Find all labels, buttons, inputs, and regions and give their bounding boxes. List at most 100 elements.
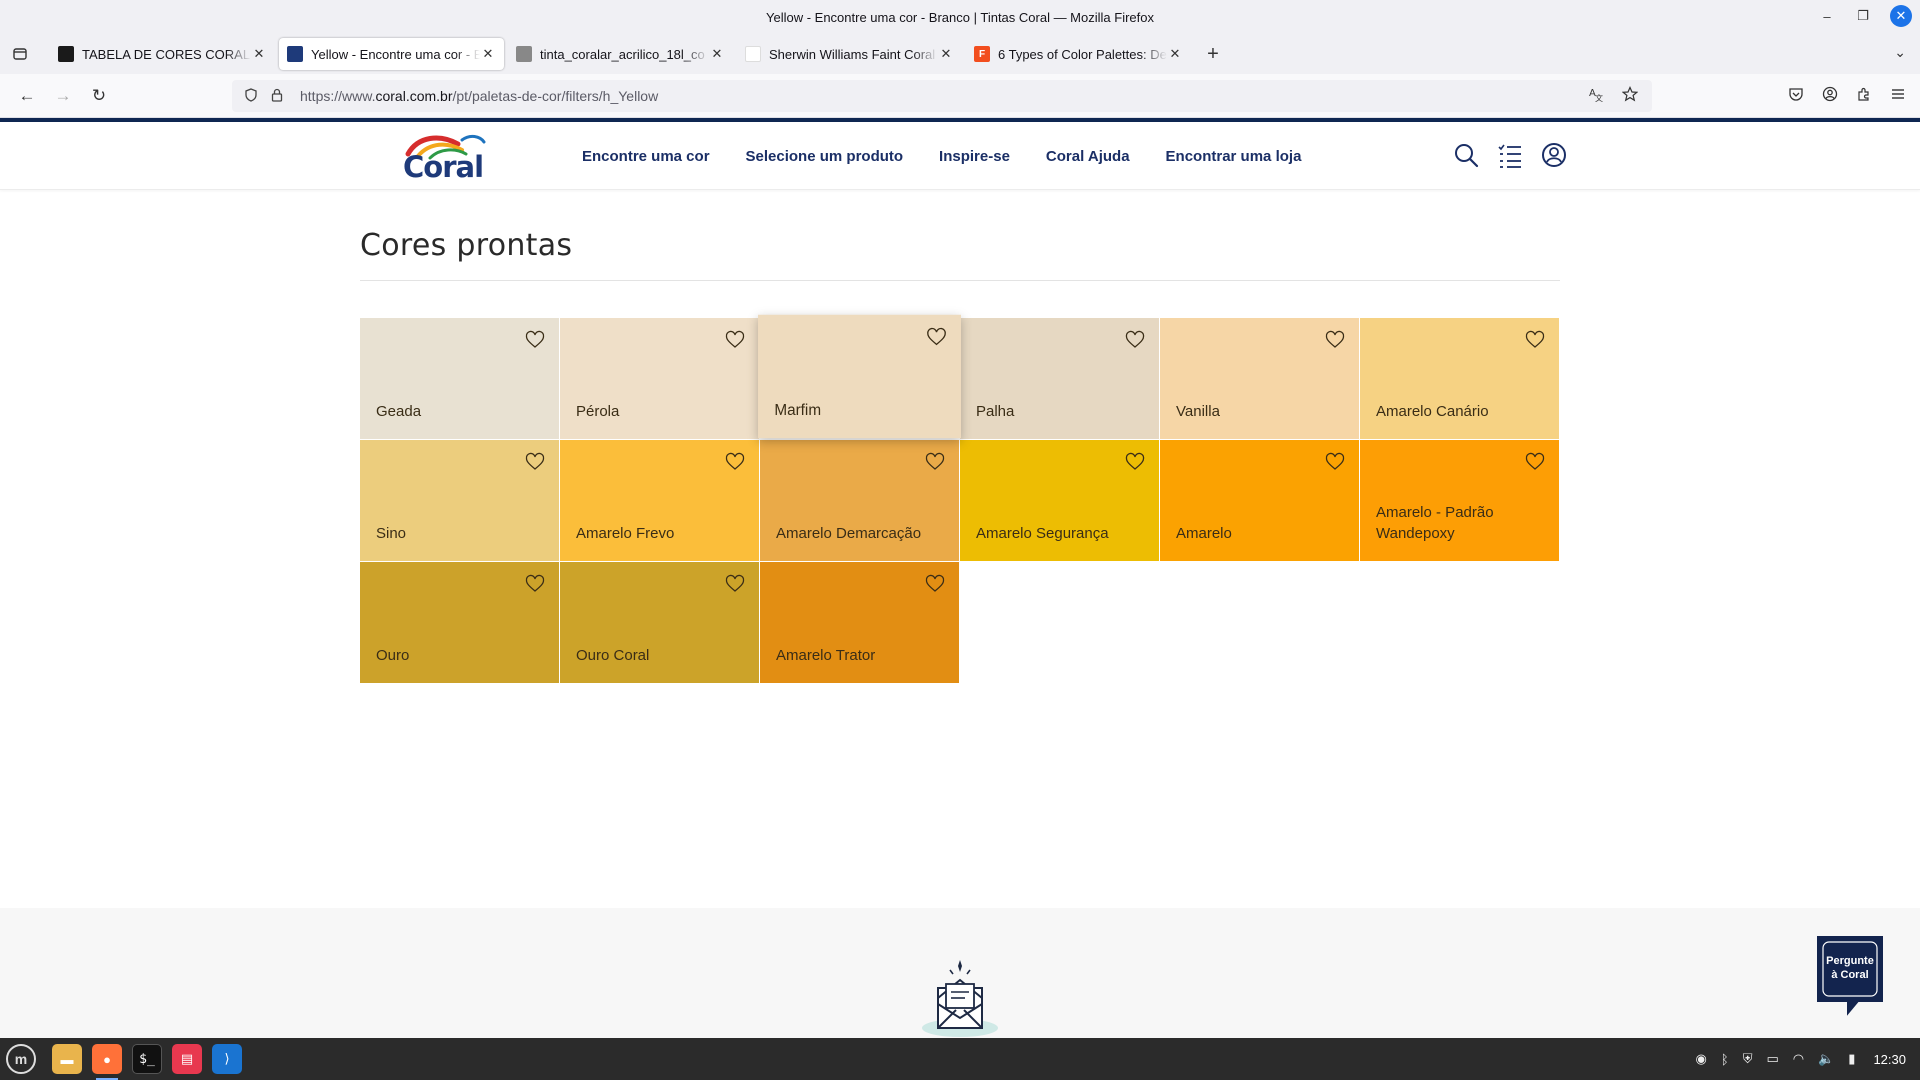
- newsletter-envelope-icon: [918, 958, 1002, 1038]
- tab-close-button[interactable]: ✕: [709, 46, 725, 62]
- extensions-icon[interactable]: [1856, 86, 1872, 106]
- color-swatch-name: Amarelo - Padrão Wandepoxy: [1376, 504, 1494, 542]
- tab-label: Sherwin Williams Faint Coral: [769, 46, 936, 62]
- color-swatch[interactable]: Amarelo Segurança: [960, 440, 1159, 561]
- tab-close-button[interactable]: ✕: [480, 46, 496, 62]
- bluetooth-icon[interactable]: ᛒ: [1721, 1052, 1729, 1067]
- browser-tab[interactable]: Yellow - Encontre uma cor - B ✕: [279, 38, 504, 70]
- site-nav-link[interactable]: Inspire-se: [939, 148, 1010, 165]
- url-text[interactable]: https://www.coral.com.br/pt/paletas-de-c…: [300, 88, 658, 104]
- shield-tray-icon[interactable]: ⛨: [1743, 1051, 1753, 1067]
- mint-menu-button[interactable]: m: [6, 1044, 36, 1074]
- color-swatch[interactable]: Amarelo Frevo: [560, 440, 759, 561]
- favorite-heart-icon[interactable]: [725, 452, 745, 472]
- menu-hamburger-icon[interactable]: [1890, 86, 1906, 106]
- lock-icon[interactable]: [270, 88, 284, 105]
- favorite-heart-icon[interactable]: [1325, 452, 1345, 472]
- firefox-icon: ●: [103, 1051, 111, 1067]
- files-app-button[interactable]: ▬: [52, 1044, 82, 1074]
- wifi-icon[interactable]: ◠: [1793, 1051, 1804, 1067]
- tracking-protection-shield-icon[interactable]: [244, 87, 258, 105]
- color-swatch[interactable]: Amarelo Trator: [760, 562, 959, 683]
- coral-logo[interactable]: Coral: [400, 132, 500, 184]
- favorite-heart-icon[interactable]: [1525, 452, 1545, 472]
- tab-label: tinta_coralar_acrilico_18l_co: [540, 46, 705, 62]
- reload-button[interactable]: ↻: [82, 81, 116, 111]
- maximize-button[interactable]: ❐: [1854, 8, 1872, 24]
- app-icon: ▤: [180, 1051, 194, 1066]
- translate-icon[interactable]: A文: [1588, 86, 1604, 106]
- checklist-icon[interactable]: [1497, 142, 1523, 168]
- color-swatch[interactable]: Sino: [360, 440, 559, 561]
- tab-close-button[interactable]: ✕: [251, 46, 267, 62]
- vscode-app-button[interactable]: ⟩: [212, 1044, 242, 1074]
- color-swatch[interactable]: Palha: [960, 318, 1159, 439]
- minimize-button[interactable]: –: [1818, 9, 1836, 24]
- color-swatch[interactable]: Amarelo: [1160, 440, 1359, 561]
- search-icon[interactable]: [1453, 142, 1479, 168]
- tab-close-button[interactable]: ✕: [938, 46, 954, 62]
- color-swatch[interactable]: Vanilla: [1160, 318, 1359, 439]
- color-swatch[interactable]: Amarelo - Padrão Wandepoxy: [1360, 440, 1559, 561]
- list-all-tabs-button[interactable]: ⌄: [1894, 44, 1906, 61]
- logo-wordmark: Coral: [403, 150, 484, 184]
- urlbar-actions: A文: [1588, 86, 1639, 106]
- favorite-heart-icon[interactable]: [925, 574, 945, 594]
- browser-tab[interactable]: Sherwin Williams Faint Coral ✕: [737, 38, 962, 70]
- user-account-icon[interactable]: [1541, 142, 1567, 168]
- favorite-heart-icon[interactable]: [725, 330, 745, 350]
- site-nav-link[interactable]: Encontre uma cor: [582, 148, 710, 165]
- color-swatch-name: Amarelo: [1176, 525, 1232, 542]
- color-swatch[interactable]: Amarelo Canário: [1360, 318, 1559, 439]
- terminal-app-button[interactable]: $_: [132, 1044, 162, 1074]
- browser-tab[interactable]: F 6 Types of Color Palettes: De ✕: [966, 38, 1191, 70]
- bookmark-star-icon[interactable]: [1621, 86, 1639, 106]
- favorite-heart-icon[interactable]: [1125, 452, 1145, 472]
- pergunte-line1: Pergunte: [1826, 955, 1874, 967]
- favorite-heart-icon[interactable]: [525, 574, 545, 594]
- close-window-button[interactable]: ✕: [1890, 5, 1912, 27]
- color-swatch-grid: Geada Pérola Marfim Palha Vanilla Amarelo Can…: [360, 314, 1560, 683]
- firefox-view-button[interactable]: [8, 42, 32, 66]
- forward-button[interactable]: →: [46, 81, 80, 111]
- account-icon[interactable]: [1822, 86, 1838, 106]
- favorite-heart-icon[interactable]: [926, 327, 946, 347]
- favorite-heart-icon[interactable]: [1525, 330, 1545, 350]
- color-swatch[interactable]: Ouro: [360, 562, 559, 683]
- color-swatch-name: Amarelo Canário: [1376, 403, 1489, 420]
- discord-icon[interactable]: ◉: [1696, 1051, 1707, 1067]
- favorite-heart-icon[interactable]: [925, 452, 945, 472]
- pocket-icon[interactable]: [1788, 86, 1804, 106]
- site-nav-link[interactable]: Encontrar uma loja: [1166, 148, 1302, 165]
- favorite-heart-icon[interactable]: [525, 330, 545, 350]
- browser-tab[interactable]: tinta_coralar_acrilico_18l_co ✕: [508, 38, 733, 70]
- tab-favicon-icon: [516, 46, 532, 62]
- vpn-icon[interactable]: ▭: [1766, 1051, 1778, 1067]
- power-icon[interactable]: ▮: [1848, 1051, 1855, 1067]
- favorite-heart-icon[interactable]: [1325, 330, 1345, 350]
- pergunte-a-coral-chat-button[interactable]: Pergunte à Coral: [1814, 933, 1886, 1017]
- color-swatch[interactable]: Amarelo Demarcação: [760, 440, 959, 561]
- back-button[interactable]: ←: [10, 81, 44, 111]
- tab-favicon-icon: [287, 46, 303, 62]
- color-swatch[interactable]: Geada: [360, 318, 559, 439]
- volume-icon[interactable]: 🔈: [1818, 1051, 1834, 1067]
- tab-label: 6 Types of Color Palettes: De: [998, 46, 1167, 62]
- new-tab-button[interactable]: +: [1199, 43, 1227, 66]
- clock[interactable]: 12:30: [1873, 1052, 1906, 1067]
- color-swatch-name: Amarelo Segurança: [976, 525, 1109, 542]
- app-launcher-button[interactable]: ▤: [172, 1044, 202, 1074]
- color-swatch[interactable]: Pérola: [560, 318, 759, 439]
- color-swatch[interactable]: Ouro Coral: [560, 562, 759, 683]
- site-nav-link[interactable]: Coral Ajuda: [1046, 148, 1130, 165]
- tab-close-button[interactable]: ✕: [1167, 46, 1183, 62]
- firefox-app-button[interactable]: ●: [92, 1044, 122, 1080]
- site-nav-link[interactable]: Selecione um produto: [746, 148, 904, 165]
- favorite-heart-icon[interactable]: [525, 452, 545, 472]
- favorite-heart-icon[interactable]: [1125, 330, 1145, 350]
- color-swatch[interactable]: Marfim: [758, 314, 961, 439]
- browser-tab[interactable]: TABELA DE CORES CORAL - ✕: [50, 38, 275, 70]
- color-swatch-name: Ouro Coral: [576, 647, 650, 664]
- favorite-heart-icon[interactable]: [725, 574, 745, 594]
- url-bar[interactable]: https://www.coral.com.br/pt/paletas-de-c…: [232, 80, 1652, 112]
